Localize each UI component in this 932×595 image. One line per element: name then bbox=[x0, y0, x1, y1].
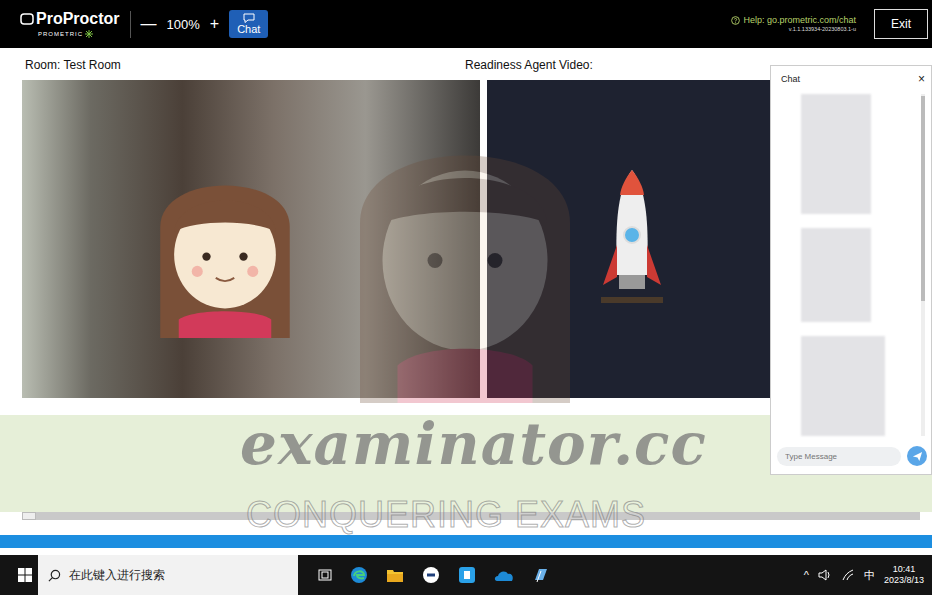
room-label: Room: Test Room bbox=[0, 58, 465, 80]
edge-browser-icon[interactable] bbox=[350, 566, 368, 584]
watermark-tagline: CONQUERING EXAMS bbox=[246, 494, 646, 536]
zoom-out-button[interactable]: — bbox=[141, 15, 157, 33]
logo-text: ProProctor bbox=[36, 11, 120, 27]
chat-scrollbar[interactable] bbox=[921, 94, 925, 436]
app-icon[interactable] bbox=[422, 566, 440, 584]
rocket-icon bbox=[597, 165, 667, 315]
logo-subtitle: PROMETRIC bbox=[38, 31, 83, 37]
version-text: v.1.1.133934-20230803.1-u bbox=[789, 26, 856, 33]
clock[interactable]: 10:41 2023/8/13 bbox=[884, 564, 924, 587]
zoom-level: 100% bbox=[167, 17, 200, 32]
app-window-icon[interactable] bbox=[532, 566, 550, 584]
speaker-icon[interactable] bbox=[818, 569, 832, 581]
chat-title: Chat bbox=[781, 74, 800, 84]
watermark-small-girl-icon bbox=[135, 153, 315, 338]
blue-strip bbox=[0, 535, 932, 548]
chat-input[interactable] bbox=[777, 447, 901, 466]
onedrive-icon[interactable] bbox=[494, 568, 514, 582]
zoom-in-button[interactable]: + bbox=[210, 15, 219, 33]
teams-icon[interactable] bbox=[458, 566, 476, 584]
send-icon bbox=[912, 451, 923, 462]
chat-close-button[interactable]: × bbox=[918, 72, 925, 86]
proproctor-icon bbox=[20, 13, 34, 25]
file-explorer-icon[interactable] bbox=[386, 567, 404, 583]
taskbar-search[interactable]: 在此键入进行搜索 bbox=[38, 555, 298, 595]
agent-video-label: Readiness Agent Video: bbox=[465, 58, 593, 80]
chat-button-label: Chat bbox=[237, 23, 260, 35]
watermark-girl-icon bbox=[330, 88, 600, 418]
chat-messages bbox=[801, 94, 915, 436]
exam-room: Room: Test Room Readiness Agent Video: bbox=[0, 48, 932, 555]
network-icon[interactable] bbox=[841, 569, 855, 581]
windows-start-icon[interactable] bbox=[18, 568, 32, 582]
clock-date: 2023/8/13 bbox=[884, 575, 924, 586]
candidate-video bbox=[22, 80, 480, 398]
help-info: Help: go.prometric.com/chat v.1.1.133934… bbox=[731, 15, 856, 32]
send-button[interactable] bbox=[907, 446, 927, 466]
chat-panel: Chat × bbox=[770, 65, 932, 475]
exit-button[interactable]: Exit bbox=[874, 9, 928, 39]
agent-video bbox=[487, 80, 770, 398]
clock-time: 10:41 bbox=[893, 564, 916, 575]
task-view-icon[interactable] bbox=[318, 568, 332, 582]
top-bar: ProProctor PROMETRIC — 100% + Chat Help:… bbox=[0, 0, 932, 48]
prometric-star-icon bbox=[85, 30, 93, 38]
input-method-indicator[interactable]: 中 bbox=[864, 568, 875, 583]
watermark-title: examinator.cc bbox=[240, 410, 707, 478]
chat-bubble-icon bbox=[243, 13, 255, 23]
help-circle-icon bbox=[731, 16, 740, 25]
help-link[interactable]: Help: go.prometric.com/chat bbox=[743, 15, 856, 26]
taskbar: 在此键入进行搜索 ^ 中 10:41 2023/8/13 bbox=[0, 555, 932, 595]
chat-button[interactable]: Chat bbox=[229, 10, 268, 38]
search-icon bbox=[48, 569, 61, 582]
search-placeholder: 在此键入进行搜索 bbox=[69, 567, 165, 584]
proproctor-logo: ProProctor PROMETRIC bbox=[20, 11, 131, 38]
tray-expand-button[interactable]: ^ bbox=[804, 569, 809, 581]
